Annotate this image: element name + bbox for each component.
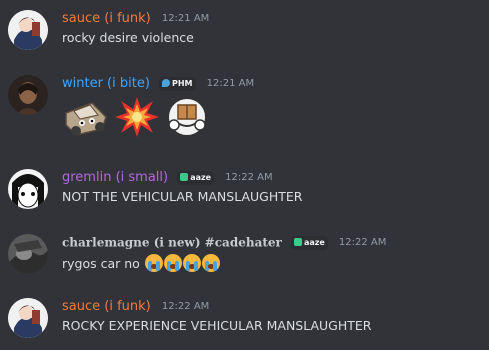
timestamp: 12:21 AM — [161, 13, 210, 24]
message-header: sauce (i funk) 12:22 AM — [62, 296, 209, 316]
username[interactable]: sauce (i funk) — [62, 11, 151, 26]
heart-icon — [293, 237, 302, 246]
guild-tag-badge[interactable]: aaze — [290, 235, 328, 250]
message-text: rocky desire violence — [62, 30, 194, 45]
avatar-charlemagne[interactable] — [8, 234, 48, 274]
message-4: charlemagne (i new) #cadehater aaze 12:2… — [0, 232, 489, 280]
guild-tag-badge[interactable]: PHM — [159, 76, 196, 91]
timestamp: 12:22 AM — [161, 301, 210, 312]
timestamp: 12:22 AM — [225, 172, 273, 183]
timestamp: 12:22 AM — [338, 237, 387, 248]
message-text: NOT THE VEHICULAR MANSLAUGHTER — [62, 189, 303, 204]
username[interactable]: gremlin (i small) — [62, 170, 168, 185]
package-emoji[interactable] — [165, 95, 209, 139]
username[interactable]: sauce (i funk) — [62, 299, 151, 314]
guild-tag-label: aaze — [303, 237, 325, 247]
guild-tag-badge[interactable]: aaze — [177, 170, 215, 185]
message-text: rygos car no — [62, 256, 140, 271]
sob-emoji[interactable] — [144, 254, 163, 272]
message-header: sauce (i funk) 12:21 AM — [62, 8, 209, 28]
avatar-gremlin[interactable] — [8, 169, 48, 209]
message-5: sauce (i funk) 12:22 AM ROCKY EXPERIENCE… — [0, 296, 489, 344]
heart-icon — [180, 172, 189, 181]
message-3: gremlin (i small) aaze 12:22 AM NOT THE … — [0, 167, 489, 215]
message-2: winter (i bite) PHM 12:21 AM — [0, 73, 489, 145]
guild-tag-label: PHM — [172, 78, 193, 88]
message-text-row: rygos car no — [62, 254, 220, 272]
timestamp: 12:21 AM — [206, 78, 255, 89]
sob-emoji[interactable] — [201, 254, 220, 272]
car-emoji[interactable] — [62, 95, 110, 139]
guild-tag-label: aaze — [190, 172, 212, 182]
message-text: ROCKY EXPERIENCE VEHICULAR MANSLAUGHTER — [62, 318, 372, 333]
message-1: sauce (i funk) 12:21 AM rocky desire vio… — [0, 8, 489, 56]
message-header: winter (i bite) PHM 12:21 AM — [62, 73, 254, 93]
water-drop-icon — [162, 78, 170, 87]
avatar-sauce[interactable] — [8, 298, 48, 338]
username[interactable]: winter (i bite) — [62, 76, 150, 91]
sob-emoji[interactable] — [182, 254, 201, 272]
message-header: gremlin (i small) aaze 12:22 AM — [62, 167, 273, 187]
avatar-sauce[interactable] — [8, 10, 48, 50]
avatar-winter[interactable] — [8, 75, 48, 115]
collision-emoji[interactable] — [115, 95, 159, 139]
message-header: charlemagne (i new) #cadehater aaze 12:2… — [62, 232, 386, 252]
username[interactable]: charlemagne (i new) #cadehater — [62, 236, 282, 250]
sob-emoji[interactable] — [163, 254, 182, 272]
